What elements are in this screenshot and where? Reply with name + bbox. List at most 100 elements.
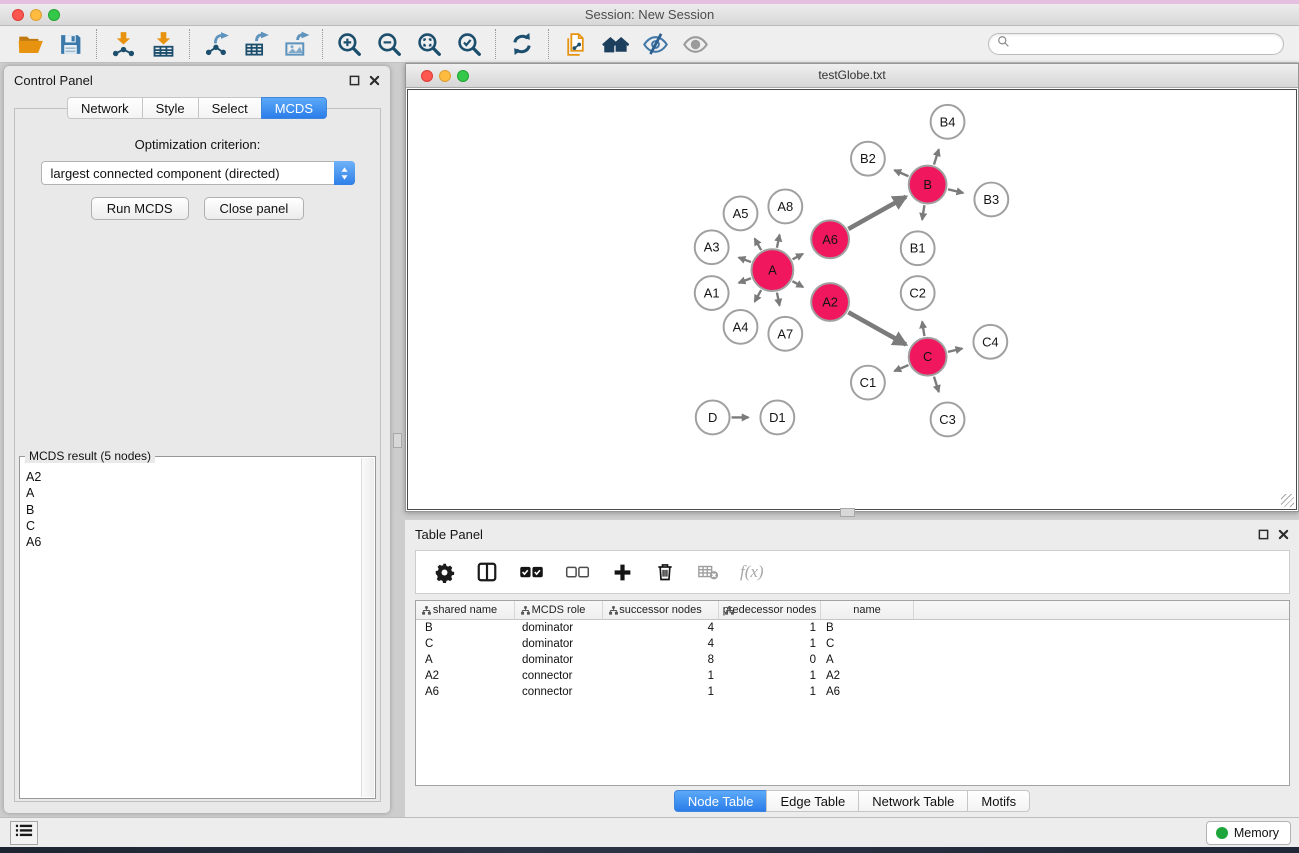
float-panel-icon[interactable] [349,75,360,86]
graph-node-A[interactable]: A [751,249,793,291]
graph-node-A4[interactable]: A4 [724,310,758,344]
table-row[interactable]: Cdominator41C [416,636,1289,652]
splitter-handle-vertical[interactable] [393,433,402,448]
column-header-name[interactable]: name [821,601,914,619]
graph-node-A3[interactable]: A3 [695,230,729,264]
graph-edge-C-C2[interactable] [922,322,924,337]
column-header-predecessor-nodes[interactable]: predecessor nodes [719,601,821,619]
graph-edge-C-C3[interactable] [934,377,939,392]
table-tab-network-table[interactable]: Network Table [858,790,968,812]
close-panel-icon[interactable] [369,75,380,86]
graph-node-C[interactable]: C [909,338,947,376]
graph-node-A6[interactable]: A6 [811,220,849,258]
table-tab-edge-table[interactable]: Edge Table [766,790,859,812]
window-minimize-button[interactable] [30,9,42,21]
function-builder-icon[interactable]: f(x) [740,562,764,582]
refresh-icon[interactable] [508,30,536,58]
search-input[interactable] [1015,37,1275,51]
graph-edge-A-A4[interactable] [755,290,762,302]
import-network-icon[interactable] [109,30,137,58]
show-all-icon[interactable] [681,30,709,58]
graph-edge-B-B1[interactable] [922,205,924,220]
control-tab-network[interactable]: Network [67,97,143,119]
clone-network-icon[interactable] [561,30,589,58]
graph-node-C2[interactable]: C2 [901,276,935,310]
graph-node-B4[interactable]: B4 [931,105,965,139]
graph-node-D[interactable]: D [696,401,730,435]
result-scrollbar[interactable] [361,458,374,797]
graph-node-A2[interactable]: A2 [811,283,849,321]
table-tab-node-table[interactable]: Node Table [674,790,768,812]
export-network-icon[interactable] [202,30,230,58]
save-session-icon[interactable] [56,30,84,58]
table-row[interactable]: Adominator80A [416,652,1289,668]
mcds-result-item[interactable]: B [22,502,359,518]
control-tab-select[interactable]: Select [198,97,262,119]
graph-node-B[interactable]: B [909,166,947,204]
task-history-button[interactable] [10,821,38,845]
zoom-in-icon[interactable] [335,30,363,58]
graph-node-B1[interactable]: B1 [901,231,935,265]
table-close-panel-icon[interactable] [1278,529,1289,540]
close-panel-button[interactable]: Close panel [204,197,305,220]
create-column-icon[interactable] [611,562,633,583]
column-browser-icon[interactable] [476,561,498,583]
window-zoom-button[interactable] [48,9,60,21]
graph-edge-C-C1[interactable] [894,365,908,371]
export-table-icon[interactable] [242,30,270,58]
graph-node-C1[interactable]: C1 [851,366,885,400]
graph-edge-A-A7[interactable] [777,293,780,306]
zoom-out-icon[interactable] [375,30,403,58]
graph-edge-A-A3[interactable] [739,257,751,262]
column-header-MCDS-role[interactable]: MCDS role [515,601,603,619]
graph-edge-B-B3[interactable] [948,189,963,193]
graph-edge-C-C4[interactable] [948,348,962,351]
network-zoom-button[interactable] [457,70,469,82]
mcds-result-item[interactable]: A [22,485,359,501]
network-graph[interactable]: B4B2BB3A5A8A6A3AB1A1A2C2A4A7CC4C1C3DD1 [408,90,1296,509]
run-mcds-button[interactable]: Run MCDS [91,197,189,220]
splitter-handle-horizontal[interactable] [840,508,855,517]
column-header-shared-name[interactable]: shared name [416,601,515,619]
graph-node-C3[interactable]: C3 [931,403,965,437]
window-resize-grip[interactable] [1281,494,1294,507]
first-neighbors-icon[interactable] [601,30,629,58]
network-close-button[interactable] [421,70,433,82]
graph-edge-A6-B[interactable] [848,197,906,229]
criterion-dropdown[interactable]: largest connected component (directed) [41,161,355,185]
table-float-panel-icon[interactable] [1258,529,1269,540]
graph-edge-A-A2[interactable] [792,281,803,287]
graph-node-D1[interactable]: D1 [760,401,794,435]
network-canvas[interactable]: B4B2BB3A5A8A6A3AB1A1A2C2A4A7CC4C1C3DD1 [407,89,1297,510]
graph-node-A7[interactable]: A7 [768,317,802,351]
table-settings-icon[interactable] [433,562,455,583]
open-session-icon[interactable] [16,30,44,58]
mcds-result-item[interactable]: C [22,518,359,534]
column-header-successor-nodes[interactable]: successor nodes [603,601,719,619]
table-row[interactable]: A2connector11A2 [416,668,1289,684]
select-all-icon[interactable] [519,565,544,580]
graph-node-B3[interactable]: B3 [974,183,1008,217]
graph-node-A1[interactable]: A1 [695,276,729,310]
hide-selected-icon[interactable] [641,30,669,58]
window-close-button[interactable] [12,9,24,21]
graph-edge-A2-C[interactable] [848,312,906,344]
delete-column-icon[interactable] [654,562,676,582]
graph-edge-A-A8[interactable] [777,235,780,248]
export-image-icon[interactable] [282,30,310,58]
graph-edge-B-B2[interactable] [894,170,908,176]
graph-node-B2[interactable]: B2 [851,142,885,176]
graph-node-A8[interactable]: A8 [768,190,802,224]
control-tab-style[interactable]: Style [142,97,199,119]
import-table-icon[interactable] [149,30,177,58]
mcds-result-item[interactable]: A6 [22,534,359,550]
mcds-result-item[interactable]: A2 [22,469,359,485]
graph-node-A5[interactable]: A5 [724,196,758,230]
graph-edge-A-A6[interactable] [793,254,803,260]
table-row[interactable]: A6connector11A6 [416,684,1289,700]
control-tab-mcds[interactable]: MCDS [261,97,327,119]
network-minimize-button[interactable] [439,70,451,82]
graph-edge-A-A1[interactable] [739,278,751,283]
table-row[interactable]: Bdominator41B [416,620,1289,636]
table-tab-motifs[interactable]: Motifs [967,790,1030,812]
